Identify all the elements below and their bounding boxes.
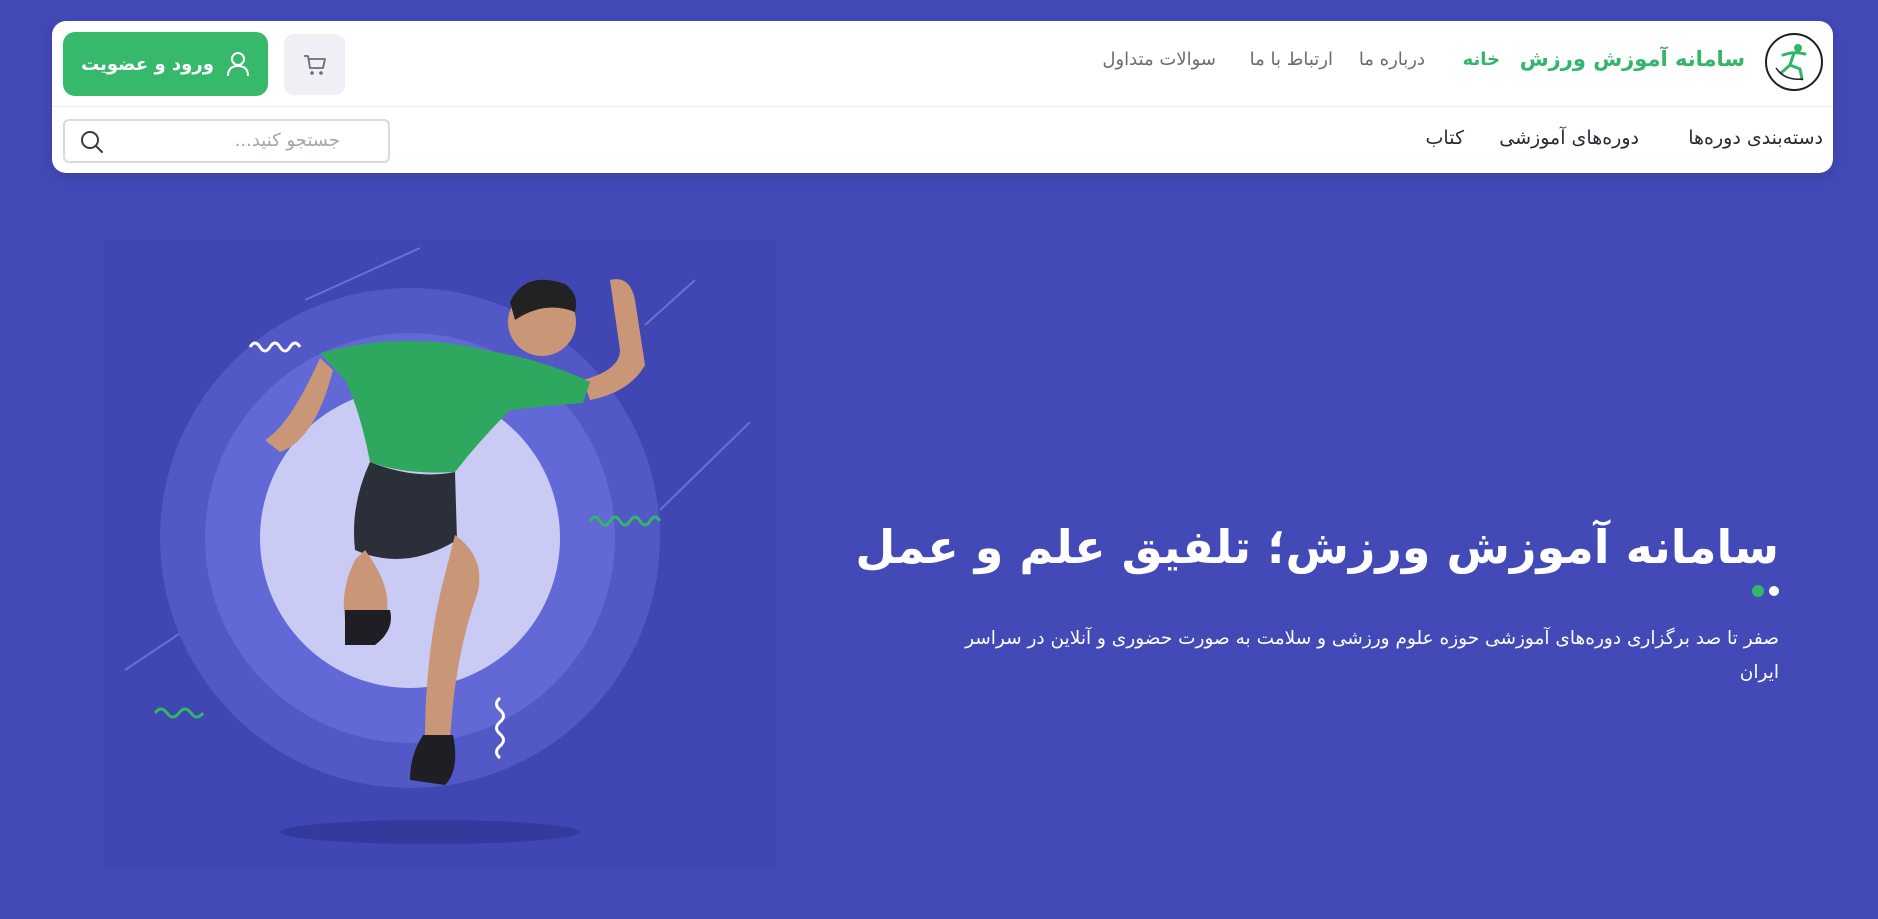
nav-faq[interactable]: سوالات متداول	[1102, 49, 1216, 70]
nav-contact[interactable]: ارتباط با ما	[1250, 49, 1333, 70]
search-box[interactable]: جستجو کنید...	[63, 119, 390, 163]
nav-home[interactable]: خانه	[1463, 49, 1500, 70]
nav-categories[interactable]: دسته‌بندی دوره‌ها	[1688, 127, 1823, 149]
nav-courses[interactable]: دوره‌های آموزشی	[1499, 127, 1639, 149]
slider-dots[interactable]	[1752, 585, 1779, 597]
hero-description: صفر تا صد برگزاری دوره‌های آموزشی حوزه ع…	[965, 628, 1779, 683]
runner-logo-icon	[1775, 44, 1807, 81]
site-header: سامانه آموزش ورزش خانه درباره ما ارتباط …	[52, 21, 1833, 173]
hero-title: سامانه آموزش ورزش؛ تلفیق علم و عمل	[855, 520, 1779, 574]
login-register-button[interactable]: ورود و عضویت	[63, 32, 268, 96]
search-input[interactable]: جستجو کنید...	[235, 130, 340, 151]
header-top-row: سامانه آموزش ورزش خانه درباره ما ارتباط …	[52, 21, 1833, 107]
nav-books[interactable]: کتاب	[1426, 127, 1464, 149]
slider-dot-active[interactable]	[1752, 585, 1764, 597]
cart-icon	[303, 54, 326, 75]
slider-dot[interactable]	[1769, 586, 1779, 596]
logo[interactable]	[1765, 33, 1823, 91]
cart-button[interactable]	[284, 34, 345, 95]
brand-name[interactable]: سامانه آموزش ورزش	[1520, 47, 1745, 71]
nav-about[interactable]: درباره ما	[1359, 49, 1425, 70]
login-register-label: ورود و عضویت	[81, 53, 214, 75]
hero-illustration	[105, 240, 775, 870]
user-icon	[226, 52, 249, 77]
search-icon[interactable]	[79, 129, 105, 155]
